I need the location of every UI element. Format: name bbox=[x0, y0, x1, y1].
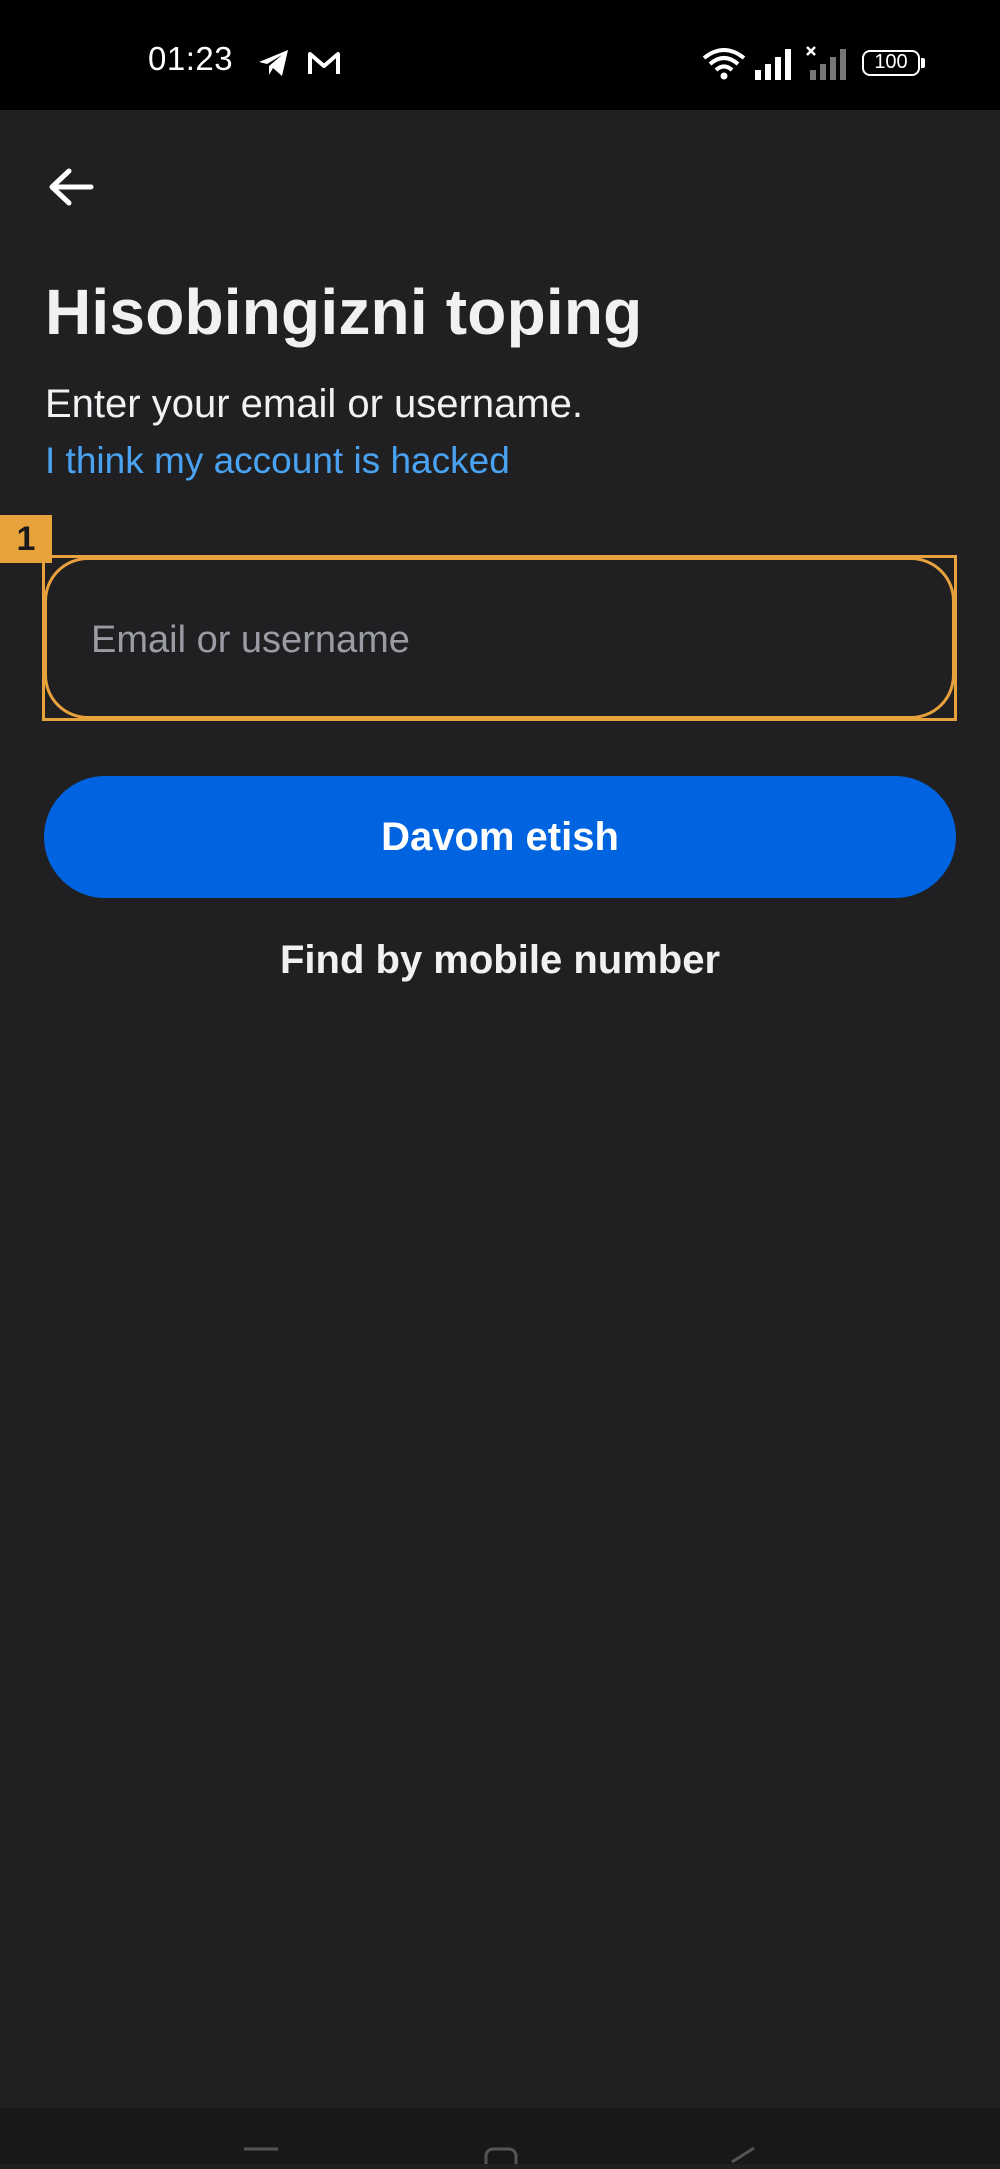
email-or-username-input[interactable] bbox=[89, 604, 893, 676]
find-by-mobile-link[interactable]: Find by mobile number bbox=[0, 938, 1000, 983]
signal-no-sim-icon bbox=[806, 46, 850, 85]
page-title: Hisobingizni toping bbox=[45, 276, 643, 348]
continue-button[interactable]: Davom etish bbox=[44, 776, 956, 898]
battery-nub bbox=[921, 58, 925, 68]
back-triangle-icon[interactable] bbox=[726, 2146, 758, 2169]
status-bar: 01:23 100 bbox=[0, 0, 1000, 110]
telegram-icon bbox=[258, 48, 290, 83]
signal-icon bbox=[754, 48, 796, 85]
find-account-screen: Hisobingizni toping Enter your email or … bbox=[0, 110, 1000, 2108]
back-button[interactable] bbox=[36, 152, 106, 222]
gmail-icon bbox=[307, 50, 341, 81]
status-time: 01:23 bbox=[148, 40, 234, 77]
wifi-icon bbox=[702, 46, 746, 85]
menu-icon[interactable] bbox=[242, 2146, 280, 2169]
battery-indicator: 100 bbox=[862, 50, 920, 76]
subtitle: Enter your email or username. bbox=[45, 382, 584, 426]
home-icon[interactable] bbox=[484, 2146, 518, 2169]
email-or-username-field[interactable] bbox=[44, 557, 955, 719]
account-hacked-link[interactable]: I think my account is hacked bbox=[45, 440, 510, 482]
system-nav-bar bbox=[0, 2108, 1000, 2169]
arrow-left-icon bbox=[49, 168, 94, 206]
element-marker-badge: 1 bbox=[0, 515, 52, 563]
